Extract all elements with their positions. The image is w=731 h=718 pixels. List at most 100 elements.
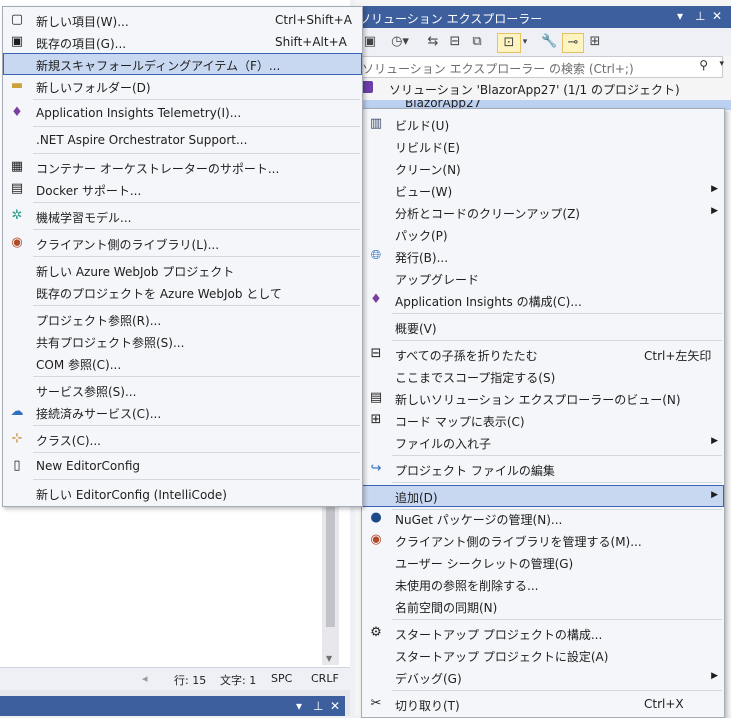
show-all-files-icon[interactable]: ⧉ — [469, 33, 485, 51]
separator — [33, 202, 360, 203]
menu-item-manage-client-libs[interactable]: ◉ クライアント側のライブラリを管理する(M)... — [362, 529, 724, 551]
globe-icon: 🌐︎ — [370, 248, 382, 263]
search-icon[interactable]: ⚲ — [699, 58, 708, 72]
menu-item-collapse-all[interactable]: ⊟ すべての子孫を折りたたむ Ctrl+左矢印 — [362, 343, 724, 365]
title-close-icon[interactable]: ✕ — [712, 9, 722, 23]
submenu-item-new-folder[interactable]: ▬ 新しいフォルダー(D) — [3, 75, 362, 97]
scroll-left-arrow-icon[interactable]: ◂ — [142, 672, 148, 685]
panel-pin-icon[interactable]: ⊥ — [313, 699, 323, 713]
search-options-icon[interactable]: ▾ — [719, 59, 724, 69]
menu-item-publish[interactable]: 🌐︎ 発行(B)... — [362, 245, 724, 267]
menu-item-clean[interactable]: クリーン(N) — [362, 157, 724, 179]
docker-icon: ▤ — [10, 181, 24, 196]
scroll-down-arrow-icon[interactable]: ▼ — [326, 654, 332, 663]
menu-item-code-map[interactable]: ⊞ コード マップに表示(C) — [362, 409, 724, 431]
add-submenu: ▢ 新しい項目(W)... Ctrl+Shift+A ▣ 既存の項目(G)... Shi… — [2, 6, 363, 507]
status-line: 行: 15 — [174, 674, 207, 687]
editor-vertical-scrollbar[interactable]: ▼ — [322, 505, 339, 665]
menu-item-build[interactable]: ▥ ビルド(U) — [362, 113, 724, 135]
menu-item-sync-namespaces[interactable]: 名前空間の同期(N) — [362, 595, 724, 617]
submenu-item-docker[interactable]: ▤ Docker サポート... — [3, 178, 362, 200]
submenu-item-ml-model[interactable]: ✲ 機械学習モデル... — [3, 205, 362, 227]
menu-item-cut[interactable]: ✂ 切り取り(T) Ctrl+X — [362, 693, 724, 715]
menu-item-user-secrets[interactable]: ユーザー シークレットの管理(G) — [362, 551, 724, 573]
menu-item-add[interactable]: 追加(D) ▶ — [362, 485, 724, 507]
menu-item-debug[interactable]: デバッグ(G) ▶ — [362, 666, 724, 688]
submenu-item-class[interactable]: ⊹ クラス(C)... — [3, 428, 362, 450]
submenu-item-new-scaffold[interactable]: 新規スキャフォールディングアイテム（F）... — [3, 53, 362, 75]
menu-item-file-nesting[interactable]: ファイルの入れ子 ▶ — [362, 431, 724, 453]
separator — [33, 153, 360, 154]
collapse-all-icon[interactable]: ⊟ — [447, 33, 463, 51]
submenu-item-aspire[interactable]: .NET Aspire Orchestrator Support... — [3, 129, 362, 151]
submenu-arrow-icon: ▶ — [711, 436, 718, 446]
menu-item-analyze[interactable]: 分析とコードのクリーンアップ(Z) ▶ — [362, 201, 724, 223]
menu-item-edit-project-file[interactable]: ↪ プロジェクト ファイルの編集 — [362, 458, 724, 480]
separator — [33, 479, 360, 480]
sync-icon[interactable]: ⇆ — [425, 33, 441, 51]
build-icon: ▥ — [369, 116, 383, 131]
submenu-item-new-editorconfig[interactable]: ▯ New EditorConfig — [3, 455, 362, 477]
separator — [33, 452, 360, 453]
history-icon[interactable]: ◷▾ — [389, 33, 411, 51]
code-map-icon: ⊞ — [370, 412, 382, 427]
scrollbar-thumb[interactable] — [326, 507, 335, 627]
solution-explorer-toolbar: ▣ ◷▾ ⇆ ⊟ ⧉ ⊡ ▾ 🔧 ⊸ ⊞ — [355, 28, 731, 56]
separator — [33, 126, 360, 127]
submenu-item-existing-item[interactable]: ▣ 既存の項目(G)... Shift+Alt+A — [3, 31, 362, 53]
preview-selected-icon[interactable]: ⊡ — [497, 33, 521, 53]
submenu-item-app-insights[interactable]: ♦ Application Insights Telemetry(I)... — [3, 102, 362, 124]
menu-item-set-startup[interactable]: スタートアップ プロジェクトに設定(A) — [362, 644, 724, 666]
status-crlf[interactable]: CRLF — [311, 672, 339, 685]
status-spc[interactable]: SPC — [271, 672, 292, 685]
editor-status-bar: ◂ 行: 15 文字: 1 SPC CRLF — [0, 667, 350, 690]
pin-toolbar-icon[interactable]: ⊸ — [562, 33, 584, 53]
home-icon[interactable]: ▣ — [363, 33, 377, 51]
menu-item-remove-unused-refs[interactable]: 未使用の参照を削除する... — [362, 573, 724, 595]
submenu-item-shared-project-ref[interactable]: 共有プロジェクト参照(S)... — [3, 330, 362, 352]
submenu-item-client-lib[interactable]: ◉ クライアント側のライブラリ(L)... — [3, 232, 362, 254]
separator — [392, 455, 722, 456]
submenu-item-service-ref[interactable]: サービス参照(S)... — [3, 379, 362, 401]
project-context-menu: ▥ ビルド(U) リビルド(E) クリーン(N) ビュー(W) ▶ 分析とコードのク… — [361, 108, 725, 718]
panel-close-icon[interactable]: ✕ — [330, 699, 340, 713]
menu-item-configure-startup[interactable]: ⚙ スタートアップ プロジェクトの構成... — [362, 622, 724, 644]
insights-icon: ♦ — [370, 292, 382, 307]
solution-explorer-search-box[interactable]: ソリューション エクスプローラー の検索 (Ctrl+;) ⚲ ▾ — [357, 56, 724, 78]
gear-icon: ⚙ — [370, 625, 382, 640]
submenu-item-com-ref[interactable]: COM 参照(C)... — [3, 352, 362, 374]
submenu-item-project-ref[interactable]: プロジェクト参照(R)... — [3, 308, 362, 330]
panel-dropdown-icon[interactable]: ▾ — [296, 699, 302, 713]
submenu-item-new-webjob[interactable]: 新しい Azure WebJob プロジェクト — [3, 259, 362, 281]
menu-item-nuget[interactable]: ● NuGet パッケージの管理(N)... — [362, 507, 724, 529]
submenu-arrow-icon: ▶ — [711, 206, 718, 216]
solution-label: ソリューション 'BlazorApp27' (1/1 のプロジェクト) — [389, 83, 680, 97]
submenu-arrow-icon: ▶ — [711, 490, 718, 500]
menu-item-upgrade[interactable]: アップグレード — [362, 267, 724, 289]
wrench-icon[interactable]: 🔧 — [541, 33, 557, 51]
submenu-item-existing-webjob[interactable]: 既存のプロジェクトを Azure WebJob として — [3, 281, 362, 303]
submenu-item-container-orchestrator[interactable]: ▦ コンテナー オーケストレーターのサポート... — [3, 156, 362, 178]
menu-item-view[interactable]: ビュー(W) ▶ — [362, 179, 724, 201]
solution-node[interactable]: ソリューション 'BlazorApp27' (1/1 のプロジェクト) — [355, 78, 731, 98]
bottom-panel-header: ▾ ⊥ ✕ — [0, 696, 345, 716]
separator — [392, 340, 722, 341]
menu-item-overview[interactable]: 概要(V) — [362, 316, 724, 338]
separator — [392, 313, 722, 314]
submenu-item-editorconfig-intellicode[interactable]: 新しい EditorConfig (IntelliCode) — [3, 482, 362, 504]
menu-item-new-se-view[interactable]: ▤ 新しいソリューション エクスプローラーのビュー(N) — [362, 387, 724, 409]
title-dropdown-icon[interactable]: ▾ — [677, 9, 683, 23]
submenu-item-new-item[interactable]: ▢ 新しい項目(W)... Ctrl+Shift+A — [3, 9, 362, 31]
submenu-arrow-icon: ▶ — [711, 184, 718, 194]
insights-icon: ♦ — [11, 105, 23, 120]
submenu-item-connected-service[interactable]: ☁ 接続済みサービス(C)... — [3, 401, 362, 423]
title-pin-icon[interactable]: ⊥ — [695, 9, 705, 23]
preview-dropdown-icon[interactable]: ▾ — [520, 33, 530, 51]
class-view-icon[interactable]: ⊞ — [587, 33, 603, 51]
separator — [33, 229, 360, 230]
menu-item-app-insights[interactable]: ♦ Application Insights の構成(C)... — [362, 289, 724, 311]
existing-item-icon: ▣ — [10, 34, 24, 49]
menu-item-rebuild[interactable]: リビルド(E) — [362, 135, 724, 157]
menu-item-pack[interactable]: パック(P) — [362, 223, 724, 245]
menu-item-scope[interactable]: ここまでスコープ指定する(S) — [362, 365, 724, 387]
